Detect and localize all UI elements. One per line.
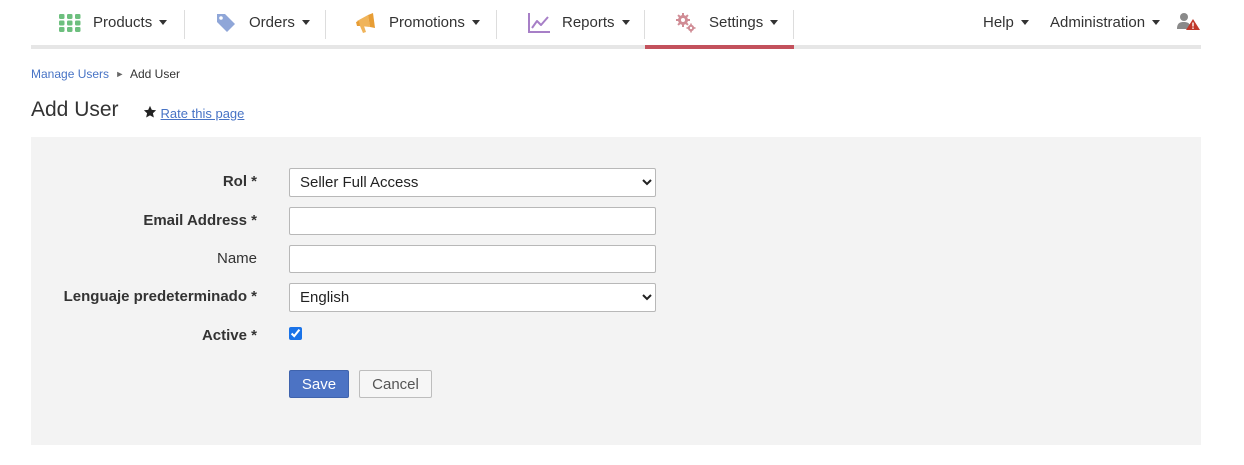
line-chart-icon bbox=[526, 10, 552, 36]
add-user-form: Rol * Seller Full Access Email Address *… bbox=[31, 137, 1201, 445]
breadcrumb-manage-users-link[interactable]: Manage Users bbox=[31, 67, 109, 81]
nav-divider bbox=[496, 10, 497, 39]
nav-administration-menu[interactable]: Administration bbox=[1050, 0, 1161, 45]
active-label: Active * bbox=[201, 327, 257, 344]
nav-settings-label: Settings bbox=[709, 14, 764, 31]
tag-icon bbox=[213, 10, 239, 36]
language-label: Lenguaje predeterminado * bbox=[63, 288, 257, 305]
chevron-down-icon bbox=[770, 20, 779, 25]
user-alert-icon bbox=[1177, 11, 1201, 35]
rate-page: Rate this page bbox=[143, 105, 245, 122]
nav-orders-label: Orders bbox=[249, 14, 295, 31]
title-row: Add User Rate this page bbox=[31, 98, 244, 122]
page-title: Add User bbox=[31, 98, 119, 121]
active-checkbox[interactable] bbox=[289, 327, 302, 340]
breadcrumb: Manage Users ► Add User bbox=[31, 67, 180, 82]
rol-select[interactable]: Seller Full Access bbox=[289, 168, 656, 197]
nav-products-menu[interactable]: Products bbox=[57, 0, 168, 45]
chevron-down-icon bbox=[301, 20, 310, 25]
top-navigation: Products Orders Promotions Reports Setti… bbox=[31, 0, 1201, 49]
nav-help-label: Help bbox=[983, 14, 1014, 31]
megaphone-icon bbox=[353, 10, 379, 36]
email-field[interactable] bbox=[289, 207, 656, 235]
save-button[interactable]: Save bbox=[289, 370, 349, 398]
nav-reports-menu[interactable]: Reports bbox=[526, 0, 630, 45]
nav-administration-label: Administration bbox=[1050, 14, 1146, 31]
nav-help-menu[interactable]: Help bbox=[983, 0, 1029, 45]
name-field[interactable] bbox=[289, 245, 656, 273]
nav-reports-label: Reports bbox=[562, 14, 615, 31]
nav-divider bbox=[184, 10, 185, 39]
chevron-down-icon bbox=[471, 20, 480, 25]
star-icon bbox=[143, 105, 157, 122]
chevron-down-icon bbox=[621, 20, 630, 25]
rol-label: Rol * bbox=[222, 173, 257, 190]
breadcrumb-current: Add User bbox=[129, 67, 181, 81]
grid-icon bbox=[57, 10, 83, 36]
email-label: Email Address * bbox=[143, 212, 257, 229]
cancel-button[interactable]: Cancel bbox=[359, 370, 432, 398]
nav-promotions-menu[interactable]: Promotions bbox=[353, 0, 480, 45]
nav-orders-menu[interactable]: Orders bbox=[213, 0, 310, 45]
chevron-down-icon bbox=[1152, 20, 1161, 25]
nav-divider bbox=[325, 10, 326, 39]
language-select[interactable]: English bbox=[289, 283, 656, 312]
nav-divider bbox=[793, 10, 794, 39]
gears-icon bbox=[673, 10, 699, 36]
name-label: Name bbox=[216, 250, 257, 267]
user-account-menu[interactable] bbox=[1177, 0, 1201, 45]
rate-this-page-link[interactable]: Rate this page bbox=[161, 106, 245, 121]
nav-settings-menu[interactable]: Settings bbox=[645, 0, 794, 49]
chevron-down-icon bbox=[159, 20, 168, 25]
breadcrumb-separator: ► bbox=[115, 69, 125, 79]
nav-products-label: Products bbox=[93, 14, 153, 31]
chevron-down-icon bbox=[1020, 20, 1029, 25]
nav-promotions-label: Promotions bbox=[389, 14, 465, 31]
